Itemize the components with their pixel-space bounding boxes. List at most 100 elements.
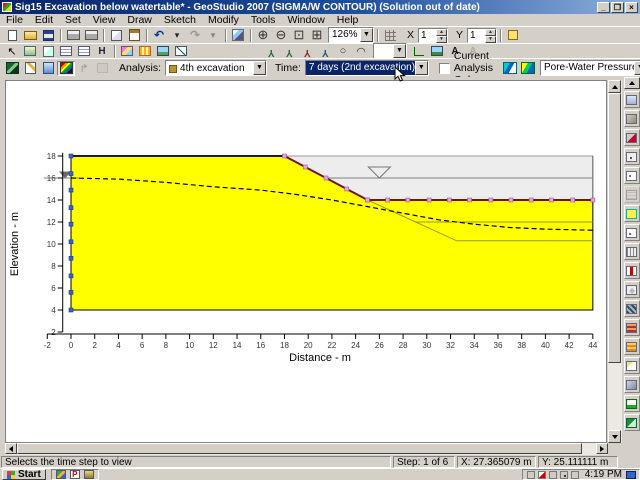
mesh-properties-button[interactable] xyxy=(136,44,154,59)
menu-modify[interactable]: Modify xyxy=(202,14,245,26)
new-sketch-button[interactable] xyxy=(623,338,640,355)
menu-file[interactable]: File xyxy=(0,14,29,26)
zoom-combo-arrow[interactable]: ▼ xyxy=(360,28,373,42)
region-pencil-button[interactable] xyxy=(623,129,640,146)
side-tools-scroll-up-button[interactable] xyxy=(623,77,640,89)
mesh-red-button[interactable] xyxy=(623,300,640,317)
grid-button[interactable] xyxy=(381,28,399,43)
grid-y-spin-buttons[interactable]: ▲ ▼ xyxy=(485,28,497,43)
menu-view[interactable]: View xyxy=(87,14,122,26)
zoom-in-button[interactable] xyxy=(254,28,272,43)
select-button[interactable] xyxy=(3,44,21,59)
line-style-combo-arrow[interactable]: ▼ xyxy=(393,44,406,58)
time-combo-arrow[interactable]: ▼ xyxy=(414,61,428,75)
hatch-fill-button[interactable] xyxy=(93,44,111,59)
restore-button[interactable]: ❐ xyxy=(611,1,624,13)
define-button[interactable] xyxy=(21,61,39,76)
tray-scheduler-icon[interactable] xyxy=(571,470,580,479)
undo-button[interactable] xyxy=(150,28,168,43)
print-preview-button[interactable] xyxy=(82,28,100,43)
zoom-out-button[interactable] xyxy=(272,28,290,43)
select-picture-button[interactable] xyxy=(21,44,39,59)
snap-grid-button[interactable] xyxy=(504,28,522,43)
modify-picture-button[interactable] xyxy=(428,44,446,59)
point-colors-button[interactable] xyxy=(623,224,640,241)
open-button[interactable] xyxy=(21,28,39,43)
parameter-combo-arrow[interactable]: ▼ xyxy=(633,61,640,75)
quick-launch-key-icon[interactable] xyxy=(83,470,94,479)
tray-display-icon[interactable] xyxy=(626,470,636,479)
horizontal-scrollbar[interactable] xyxy=(5,443,608,455)
analysis-combo[interactable]: 4th excavation ▼ xyxy=(165,60,268,76)
line-style-combo[interactable]: ▼ xyxy=(373,43,407,59)
region-properties-button[interactable] xyxy=(623,110,640,127)
draw-arc-button[interactable] xyxy=(352,44,370,59)
scroll-down-button[interactable] xyxy=(608,430,621,443)
horizontal-scroll-thumb[interactable] xyxy=(17,443,582,454)
close-button[interactable]: × xyxy=(625,1,638,13)
tray-alert-icon[interactable] xyxy=(538,470,547,479)
menu-sketch[interactable]: Sketch xyxy=(158,14,202,26)
contour-labels-button[interactable] xyxy=(519,61,537,76)
grid-x-spinner[interactable]: 1 ▲ ▼ xyxy=(418,27,449,43)
time-step-combo[interactable]: 7 days (2nd excavation) ▼ xyxy=(304,60,429,76)
hydraulic-bc-button[interactable] xyxy=(623,262,640,279)
new-button[interactable] xyxy=(3,28,21,43)
contour-button[interactable] xyxy=(57,60,75,76)
view-result-graph-button[interactable] xyxy=(172,44,190,59)
menu-window[interactable]: Window xyxy=(281,14,330,26)
sketch-font-button[interactable] xyxy=(623,91,640,108)
sketch-axes-right-button[interactable] xyxy=(623,376,640,393)
quick-launch-image-icon[interactable] xyxy=(55,470,66,479)
mesh-orange-button[interactable] xyxy=(623,319,640,336)
sketch-zoom-button[interactable] xyxy=(623,357,640,374)
contour-parameter-combo[interactable]: Pore-Water Pressure ▼ xyxy=(539,60,640,76)
view-tables-button[interactable] xyxy=(57,44,75,59)
zoom-level-combo[interactable]: 126% ▼ xyxy=(328,27,374,43)
minimize-button[interactable]: _ xyxy=(597,1,610,13)
undo-dropdown-button[interactable] xyxy=(168,28,186,43)
copy-picture-button[interactable] xyxy=(39,44,57,59)
current-analysis-only-checkbox[interactable] xyxy=(438,62,450,74)
insert-picture-button[interactable] xyxy=(154,44,172,59)
scroll-up-button[interactable] xyxy=(608,80,621,93)
solve-button[interactable] xyxy=(39,61,57,76)
menu-edit[interactable]: Edit xyxy=(29,14,59,26)
quick-launch-p-icon[interactable]: P xyxy=(69,470,80,479)
draw-contours-button[interactable] xyxy=(501,61,519,76)
draw-nodes-button[interactable] xyxy=(262,44,280,59)
vertical-scrollbar[interactable] xyxy=(608,80,622,443)
drawing-canvas[interactable]: 2 4 6 8 10 12 14 16 18 -2 0 2 4 6 8 10 12 14 16 18 20 22 24 26 2… xyxy=(5,80,607,443)
paste-button[interactable] xyxy=(125,28,143,43)
stress-bc-button[interactable] xyxy=(623,281,640,298)
analysis-combo-arrow[interactable]: ▼ xyxy=(253,61,267,75)
menu-draw[interactable]: Draw xyxy=(121,14,158,26)
grid-x-spin-buttons[interactable]: ▲ ▼ xyxy=(436,28,448,43)
node-properties-button[interactable] xyxy=(623,148,640,165)
draw-region-button[interactable] xyxy=(623,205,640,222)
sketch-axes-button[interactable] xyxy=(410,44,428,59)
draw-graph-button[interactable] xyxy=(118,44,136,59)
grid-y-spinner[interactable]: 1 ▲ ▼ xyxy=(467,27,498,43)
menu-tools[interactable]: Tools xyxy=(245,14,282,26)
tray-network-icon[interactable] xyxy=(549,470,558,479)
save-green-button[interactable] xyxy=(623,414,640,431)
apply-changes-button[interactable] xyxy=(623,395,640,412)
draw-lines-button[interactable] xyxy=(623,243,640,260)
draw-fixity-button[interactable] xyxy=(298,44,316,59)
print-button[interactable] xyxy=(64,28,82,43)
view-tables-2-button[interactable] xyxy=(75,44,93,59)
save-button[interactable] xyxy=(39,28,57,43)
draw-circle-button[interactable] xyxy=(334,44,352,59)
scroll-left-button[interactable] xyxy=(5,443,17,454)
node-numbers-button[interactable] xyxy=(623,167,640,184)
zoom-window-button[interactable] xyxy=(290,28,308,43)
scroll-right-button[interactable] xyxy=(596,443,608,454)
copy-button[interactable] xyxy=(107,28,125,43)
vertical-scroll-thumb[interactable] xyxy=(608,93,621,363)
zoom-page-button[interactable] xyxy=(308,28,326,43)
start-button[interactable]: Start xyxy=(2,469,46,480)
draw-loads-button[interactable] xyxy=(316,44,334,59)
menu-set[interactable]: Set xyxy=(59,14,87,26)
tray-app-icon[interactable] xyxy=(527,470,536,479)
